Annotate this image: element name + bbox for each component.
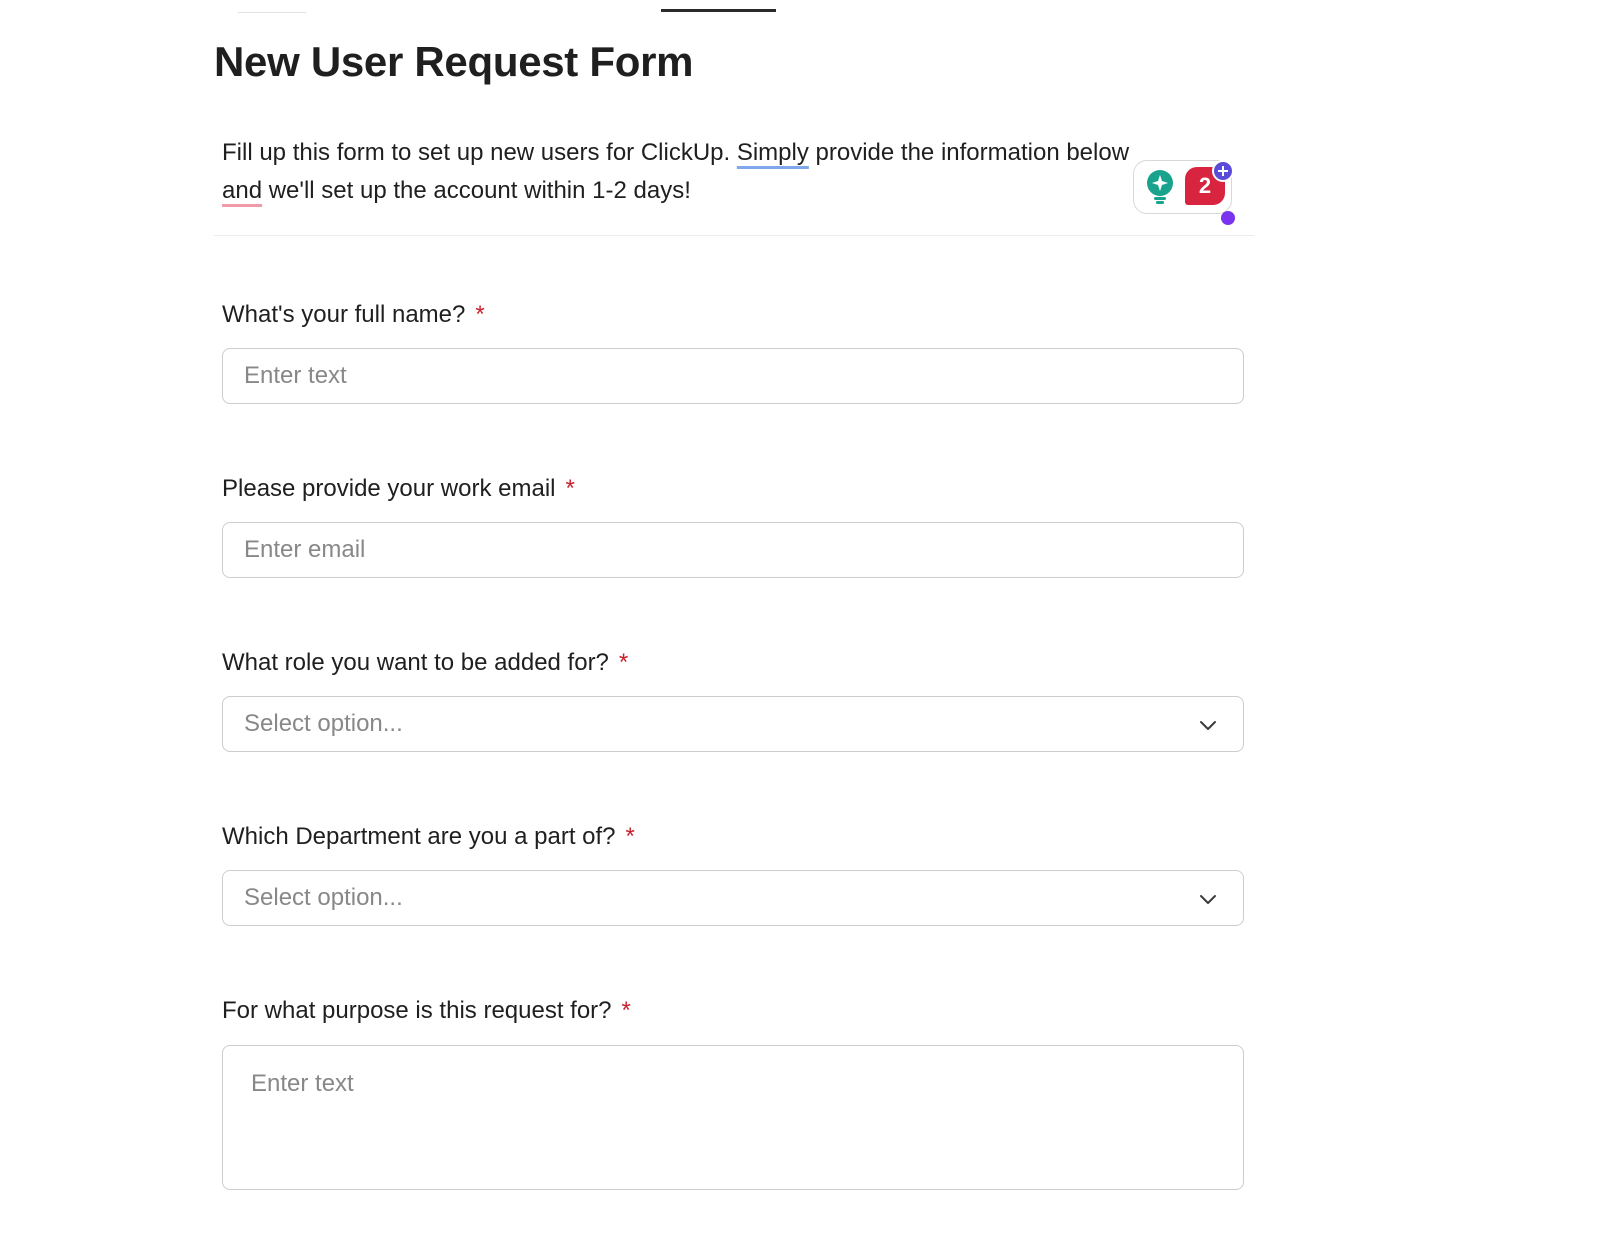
full-name-label: What's your full name? * xyxy=(222,301,485,329)
role-select-placeholder: Select option... xyxy=(244,710,403,737)
chevron-down-icon[interactable] xyxy=(1198,715,1218,735)
purpose-field[interactable] xyxy=(222,1045,1244,1190)
full-name-label-text: What's your full name? xyxy=(222,301,466,328)
work-email-label-text: Please provide your work email xyxy=(222,475,556,502)
required-asterisk: * xyxy=(618,649,629,676)
purpose-label-text: For what purpose is this request for? xyxy=(222,997,612,1024)
required-asterisk: * xyxy=(625,823,635,850)
department-select-placeholder: Select option... xyxy=(244,884,403,911)
work-email-input[interactable] xyxy=(244,523,1204,577)
department-label-text: Which Department are you a part of? xyxy=(222,823,616,850)
lightbulb-icon xyxy=(1147,170,1173,204)
status-dot xyxy=(1221,211,1235,225)
tab-indicator-active xyxy=(661,9,776,12)
purpose-textarea[interactable] xyxy=(251,1070,1211,1170)
tab-indicator-inactive xyxy=(238,12,306,13)
role-select[interactable]: Select option... xyxy=(222,696,1244,752)
required-asterisk: * xyxy=(565,475,575,502)
description-text-2: provide the information below xyxy=(808,139,1130,166)
form-description: Fill up this form to set up new users fo… xyxy=(222,134,1232,210)
role-label-text: What role you want to be added for? xyxy=(222,649,609,676)
work-email-label: Please provide your work email * xyxy=(222,475,575,503)
chevron-down-icon[interactable] xyxy=(1198,889,1218,909)
department-label: Which Department are you a part of? * xyxy=(222,823,635,851)
work-email-field[interactable] xyxy=(222,522,1244,578)
full-name-input[interactable] xyxy=(244,349,1204,403)
form-title: New User Request Form xyxy=(214,38,694,85)
full-name-field[interactable] xyxy=(222,348,1244,404)
spellcheck-word-and[interactable]: and xyxy=(222,177,262,204)
department-select[interactable]: Select option... xyxy=(222,870,1244,926)
required-asterisk: * xyxy=(621,997,631,1024)
plus-icon[interactable] xyxy=(1212,160,1234,182)
purpose-label: For what purpose is this request for? * xyxy=(222,997,631,1025)
header-divider xyxy=(214,235,1254,236)
required-asterisk: * xyxy=(475,301,485,328)
role-label: What role you want to be added for? * xyxy=(222,649,628,677)
description-text-1: Fill up this form to set up new users fo… xyxy=(222,139,737,166)
description-text-3: we'll set up the account within 1-2 days… xyxy=(262,177,691,204)
spellcheck-word-simply[interactable]: Simply xyxy=(737,139,809,166)
